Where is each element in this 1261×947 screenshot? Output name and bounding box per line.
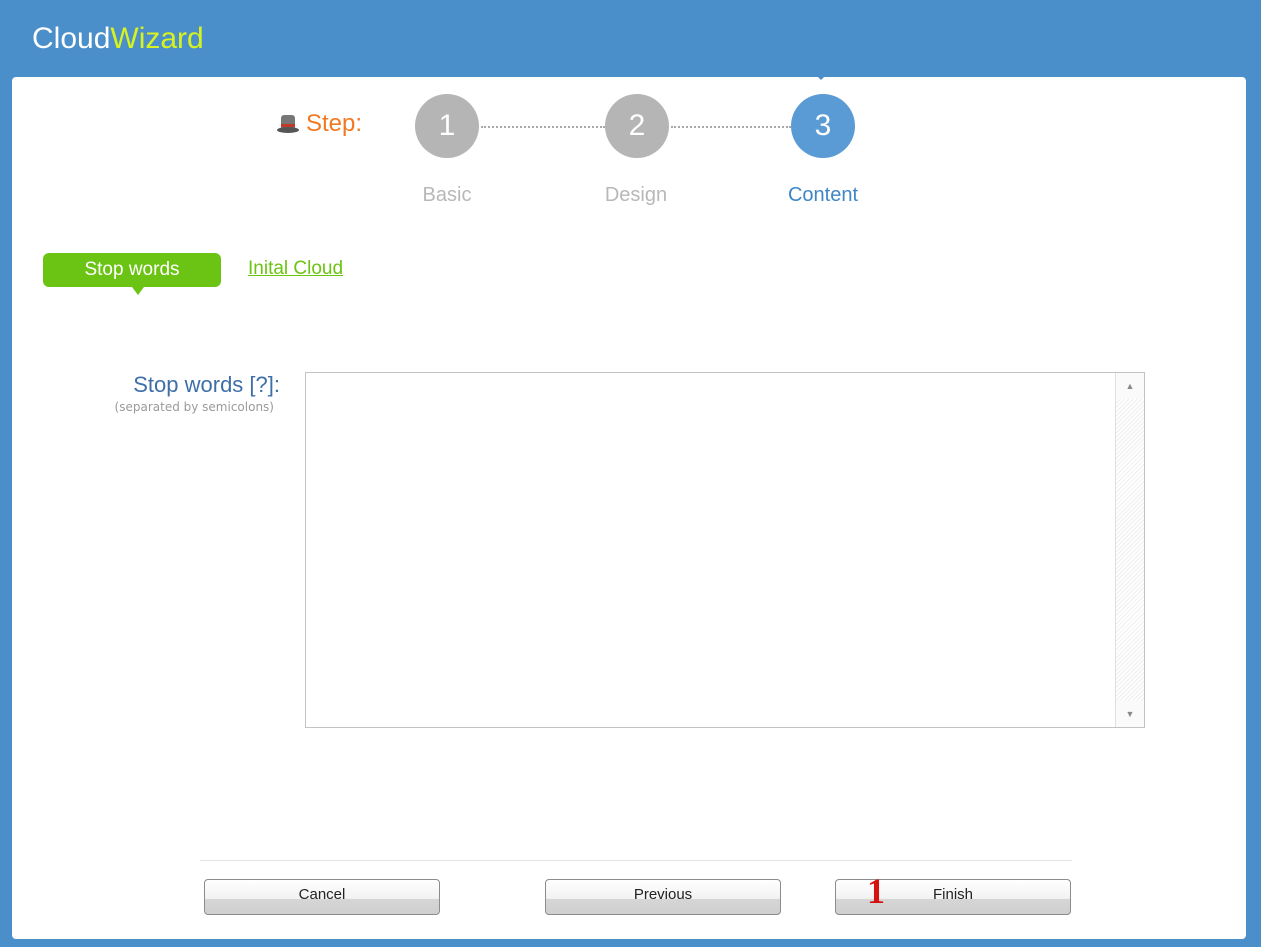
step-label: Step: (276, 110, 362, 138)
step-connector-2-3 (671, 126, 791, 128)
step-3-circle: 3 (791, 94, 855, 158)
annotation-marker: 1 (867, 871, 885, 911)
scroll-up-icon[interactable]: ▲ (1116, 373, 1144, 399)
active-step-pointer (813, 72, 829, 80)
step-connector-1-2 (481, 126, 605, 128)
tab-pointer (132, 287, 144, 295)
textarea-scrollbar[interactable]: ▲ ▼ (1115, 373, 1144, 727)
tab-stop-words-label: Stop words (84, 259, 180, 280)
step-label-text: Step: (306, 110, 363, 137)
title-main: Cloud (32, 22, 111, 55)
stop-words-label: Stop words [?]: (133, 372, 280, 397)
window-title: CloudWizard (32, 22, 204, 56)
step-1-circle: 1 (415, 94, 479, 158)
title-accent: Wizard (110, 22, 204, 55)
tab-stop-words[interactable]: Stop words (43, 253, 221, 295)
step-3-name: Content (787, 184, 859, 206)
wizard-hat-icon (276, 112, 300, 136)
previous-button[interactable]: Previous (545, 879, 781, 915)
scroll-down-icon[interactable]: ▼ (1116, 701, 1144, 727)
stop-words-textarea[interactable] (306, 373, 1116, 727)
step-2-name: Design (604, 184, 668, 206)
cancel-button[interactable]: Cancel (204, 879, 440, 915)
tab-initial-cloud[interactable]: Inital Cloud (248, 258, 343, 280)
step-2-circle: 2 (605, 94, 669, 158)
stop-words-field: ▲ ▼ (305, 372, 1145, 728)
footer-divider (200, 860, 1072, 861)
stop-words-hint: (separated by semicolons) (114, 400, 274, 414)
step-1-name: Basic (422, 184, 472, 206)
